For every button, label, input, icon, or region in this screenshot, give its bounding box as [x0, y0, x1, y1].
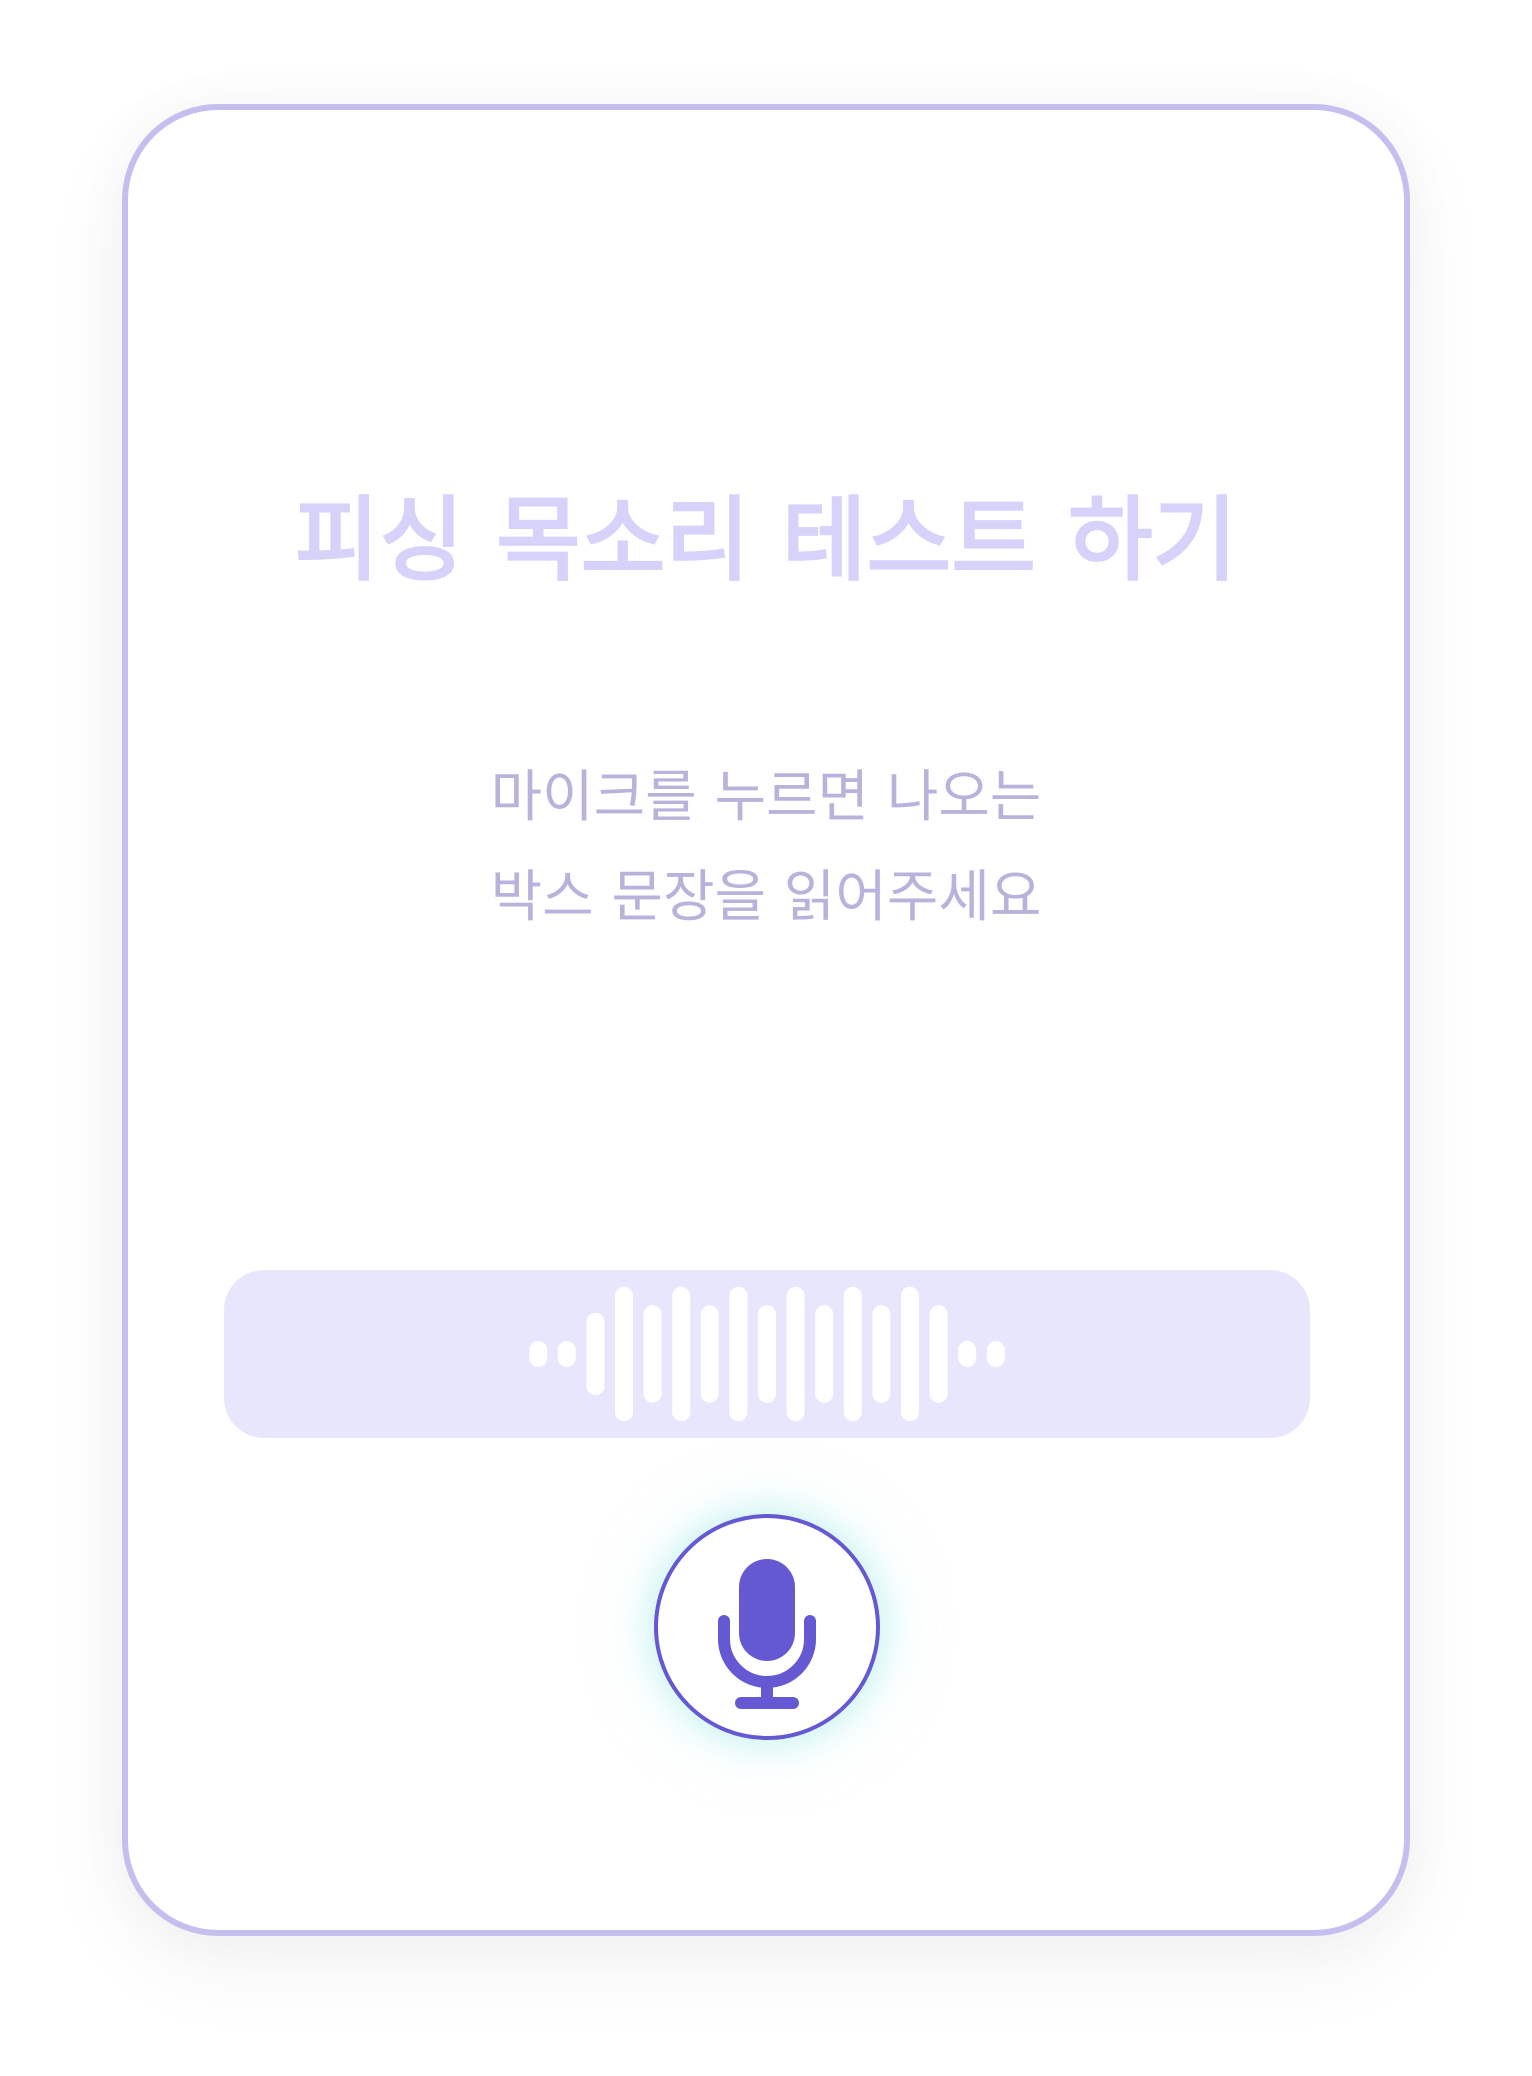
waveform-bar [872, 1305, 891, 1403]
audio-waveform-icon [529, 1286, 1005, 1422]
waveform-bar [758, 1305, 776, 1403]
waveform-bar [901, 1286, 919, 1422]
instruction-text: 마이크를 누르면 나오는 박스 문장을 읽어주세요 [128, 748, 1404, 948]
waveform-bar [786, 1286, 805, 1422]
microphone-icon [718, 1559, 816, 1709]
waveform-bar [643, 1305, 662, 1403]
waveform-bar [729, 1286, 748, 1422]
waveform-bar [615, 1286, 633, 1422]
waveform-bar [586, 1312, 605, 1396]
waveform-bar [958, 1340, 977, 1368]
waveform-bar [843, 1286, 862, 1422]
waveform-bar [529, 1340, 548, 1368]
waveform-bar [929, 1305, 948, 1403]
page-title: 피싱 목소리 테스트 하기 [294, 487, 1238, 594]
microphone-button[interactable] [654, 1514, 880, 1740]
waveform-bar [986, 1340, 1005, 1368]
waveform-bar [700, 1305, 719, 1403]
instruction-line-2: 박스 문장을 읽어주세요 [490, 865, 1042, 930]
sentence-box [224, 1270, 1310, 1438]
waveform-bar [557, 1340, 576, 1368]
waveform-bar [815, 1305, 834, 1403]
waveform-bar [672, 1286, 691, 1422]
instruction-line-1: 마이크를 누르면 나오는 [490, 765, 1042, 830]
